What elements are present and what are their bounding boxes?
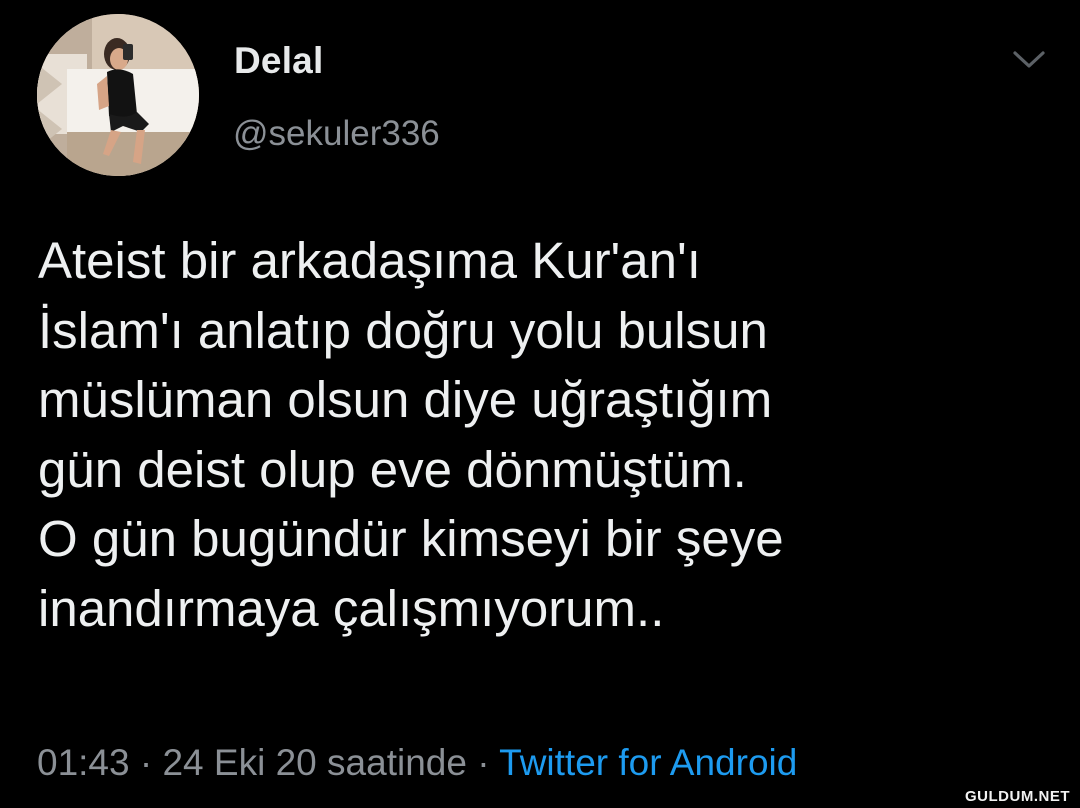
tweet-text-line: gün deist olup eve dönmüştüm. <box>38 440 747 498</box>
tweet-text-line: İslam'ı anlatıp doğru yolu bulsun <box>38 301 768 359</box>
tweet-date[interactable]: 24 Eki 20 saatinde <box>162 742 466 783</box>
watermark: GULDUM.NET <box>965 788 1070 805</box>
tweet-text-line: müslüman olsun diye uğraştığım <box>38 371 773 428</box>
tweet-time[interactable]: 01:43 <box>37 742 130 783</box>
tweet-metadata: 01:43 · 24 Eki 20 saatinde · Twitter for… <box>37 742 797 784</box>
tweet-card: Delal @sekuler336 Ateist bir arkadaşıma … <box>0 0 1080 808</box>
avatar[interactable] <box>37 14 199 176</box>
meta-separator: · <box>129 742 163 783</box>
profile-photo-avatar <box>37 14 199 176</box>
user-handle[interactable]: @sekuler336 <box>233 114 440 154</box>
display-name[interactable]: Delal <box>234 40 323 82</box>
tweet-text-line: inandırmaya çalışmıyorum.. <box>38 579 665 637</box>
tweet-text-line: Ateist bir arkadaşıma Kur'an'ı <box>38 232 701 289</box>
tweet-text: Ateist bir arkadaşıma Kur'an'ı İslam'ı a… <box>38 226 1058 643</box>
chevron-down-icon[interactable] <box>1011 48 1047 72</box>
meta-separator: · <box>466 742 500 783</box>
tweet-source-link[interactable]: Twitter for Android <box>499 742 797 783</box>
tweet-text-line: O gün bugündür kimseyi bir şeye <box>38 510 784 567</box>
